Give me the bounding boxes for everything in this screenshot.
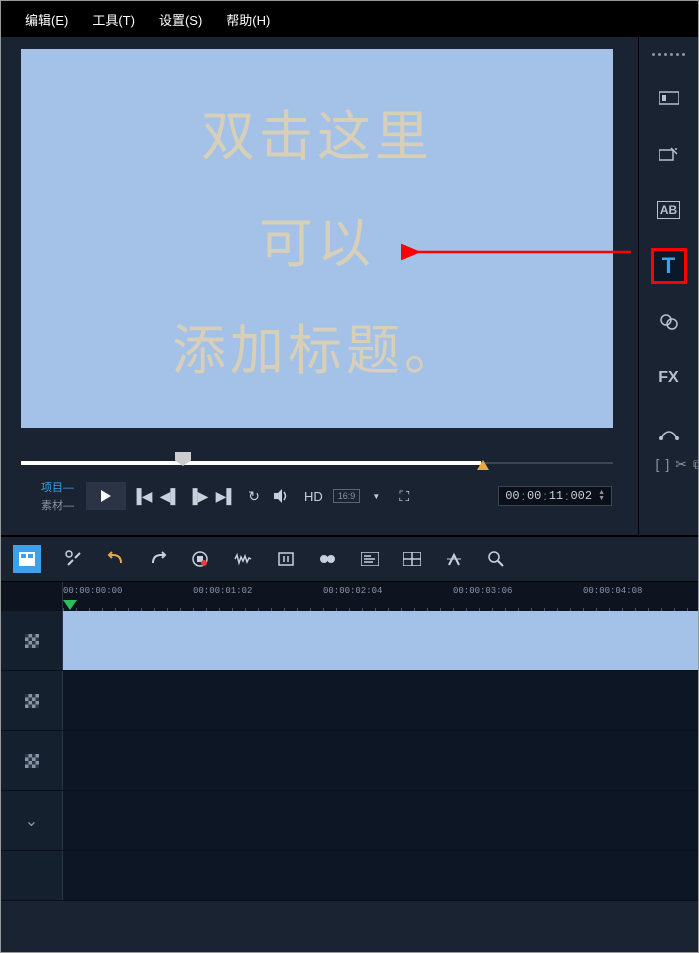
- video-clip[interactable]: [63, 611, 698, 670]
- tools-icon[interactable]: [65, 550, 83, 568]
- video-track-header[interactable]: [1, 611, 63, 670]
- overlay-track-2[interactable]: [63, 731, 698, 790]
- ruler-label: 00:00:00:00: [63, 586, 122, 596]
- split-icon[interactable]: ⧉: [693, 456, 699, 473]
- project-tab[interactable]: 项目—: [41, 479, 74, 495]
- undo-button[interactable]: [107, 551, 125, 567]
- timeline-view-button[interactable]: [13, 545, 41, 573]
- material-tab[interactable]: 素材—: [41, 497, 74, 513]
- auto-music-button[interactable]: [277, 551, 295, 567]
- title-line-2: 可以: [259, 199, 375, 278]
- title-tool-button[interactable]: T: [651, 248, 687, 284]
- ruler-label: 00:00:04:08: [583, 586, 642, 596]
- overlay-track-1[interactable]: [63, 671, 698, 730]
- motion-path-button[interactable]: [651, 416, 687, 452]
- fx-button[interactable]: FX: [651, 360, 687, 396]
- title-line-1: 双击这里: [201, 92, 433, 171]
- transitions-button[interactable]: AB: [651, 192, 687, 228]
- record-button[interactable]: [191, 550, 209, 568]
- timeline-ruler[interactable]: 00:00:00:00 00:00:01:02 00:00:02:04 00:00:0…: [63, 582, 698, 611]
- drag-handle-icon[interactable]: [652, 53, 685, 56]
- subtitle-button[interactable]: [361, 552, 379, 566]
- ruler-label: 00:00:03:06: [453, 586, 512, 596]
- checker-icon: [25, 694, 39, 708]
- menu-tools[interactable]: 工具(T): [92, 10, 135, 29]
- scrubber-end-marker[interactable]: [477, 460, 489, 470]
- go-end-button[interactable]: ▶▌: [214, 484, 238, 508]
- video-track-1[interactable]: [63, 611, 698, 670]
- menu-edit[interactable]: 编辑(E): [25, 10, 68, 29]
- mark-out-icon[interactable]: ]: [665, 456, 669, 473]
- play-button[interactable]: [86, 482, 126, 510]
- audio-track[interactable]: [63, 791, 698, 850]
- hd-label[interactable]: HD: [304, 489, 323, 504]
- playhead-icon[interactable]: [63, 600, 77, 610]
- search-button[interactable]: [487, 550, 505, 568]
- effects-wand-button[interactable]: [651, 136, 687, 172]
- aspect-ratio-badge[interactable]: 16:9: [333, 489, 361, 503]
- next-frame-button[interactable]: ▐▶: [186, 484, 210, 508]
- title-line-3: 添加标题。: [172, 306, 462, 385]
- multi-trim-button[interactable]: [319, 552, 337, 566]
- preview-canvas[interactable]: 双击这里 可以 添加标题。: [21, 49, 613, 428]
- multicam-button[interactable]: [403, 552, 421, 566]
- aspect-dropdown-icon[interactable]: ▼: [364, 484, 388, 508]
- loop-button[interactable]: ↻: [242, 484, 266, 508]
- overlay-track-2-header[interactable]: [1, 731, 63, 790]
- overlay-button[interactable]: [651, 304, 687, 340]
- empty-track-header[interactable]: [1, 851, 63, 900]
- ruler-label: 00:00:01:02: [193, 586, 252, 596]
- timecode-down-icon[interactable]: ▼: [598, 496, 605, 502]
- menu-settings[interactable]: 设置(S): [159, 10, 202, 29]
- ruler-label: 00:00:02:04: [323, 586, 382, 596]
- prev-frame-button[interactable]: ◀▌: [158, 484, 182, 508]
- empty-track[interactable]: [63, 851, 698, 900]
- cut-icon[interactable]: ✂: [675, 456, 687, 473]
- redo-button[interactable]: [149, 551, 167, 567]
- chevron-down-icon: ⌄: [25, 811, 38, 831]
- timecode-display[interactable]: 00 : 00 : 11 : 002 ▲ ▼: [498, 486, 612, 506]
- expand-button[interactable]: ⛶: [392, 484, 416, 508]
- track-expand-header[interactable]: ⌄: [1, 791, 63, 850]
- motion-track-button[interactable]: [445, 551, 463, 567]
- media-library-button[interactable]: [651, 80, 687, 116]
- checker-icon: [25, 754, 39, 768]
- menu-help[interactable]: 帮助(H): [226, 10, 270, 29]
- scrubber-filled: [21, 461, 481, 465]
- go-start-button[interactable]: ▐◀: [130, 484, 154, 508]
- audio-mixer-button[interactable]: [233, 552, 253, 566]
- overlay-track-header[interactable]: [1, 671, 63, 730]
- mark-in-icon[interactable]: [: [655, 456, 659, 473]
- checker-icon: [25, 634, 39, 648]
- volume-button[interactable]: [270, 484, 294, 508]
